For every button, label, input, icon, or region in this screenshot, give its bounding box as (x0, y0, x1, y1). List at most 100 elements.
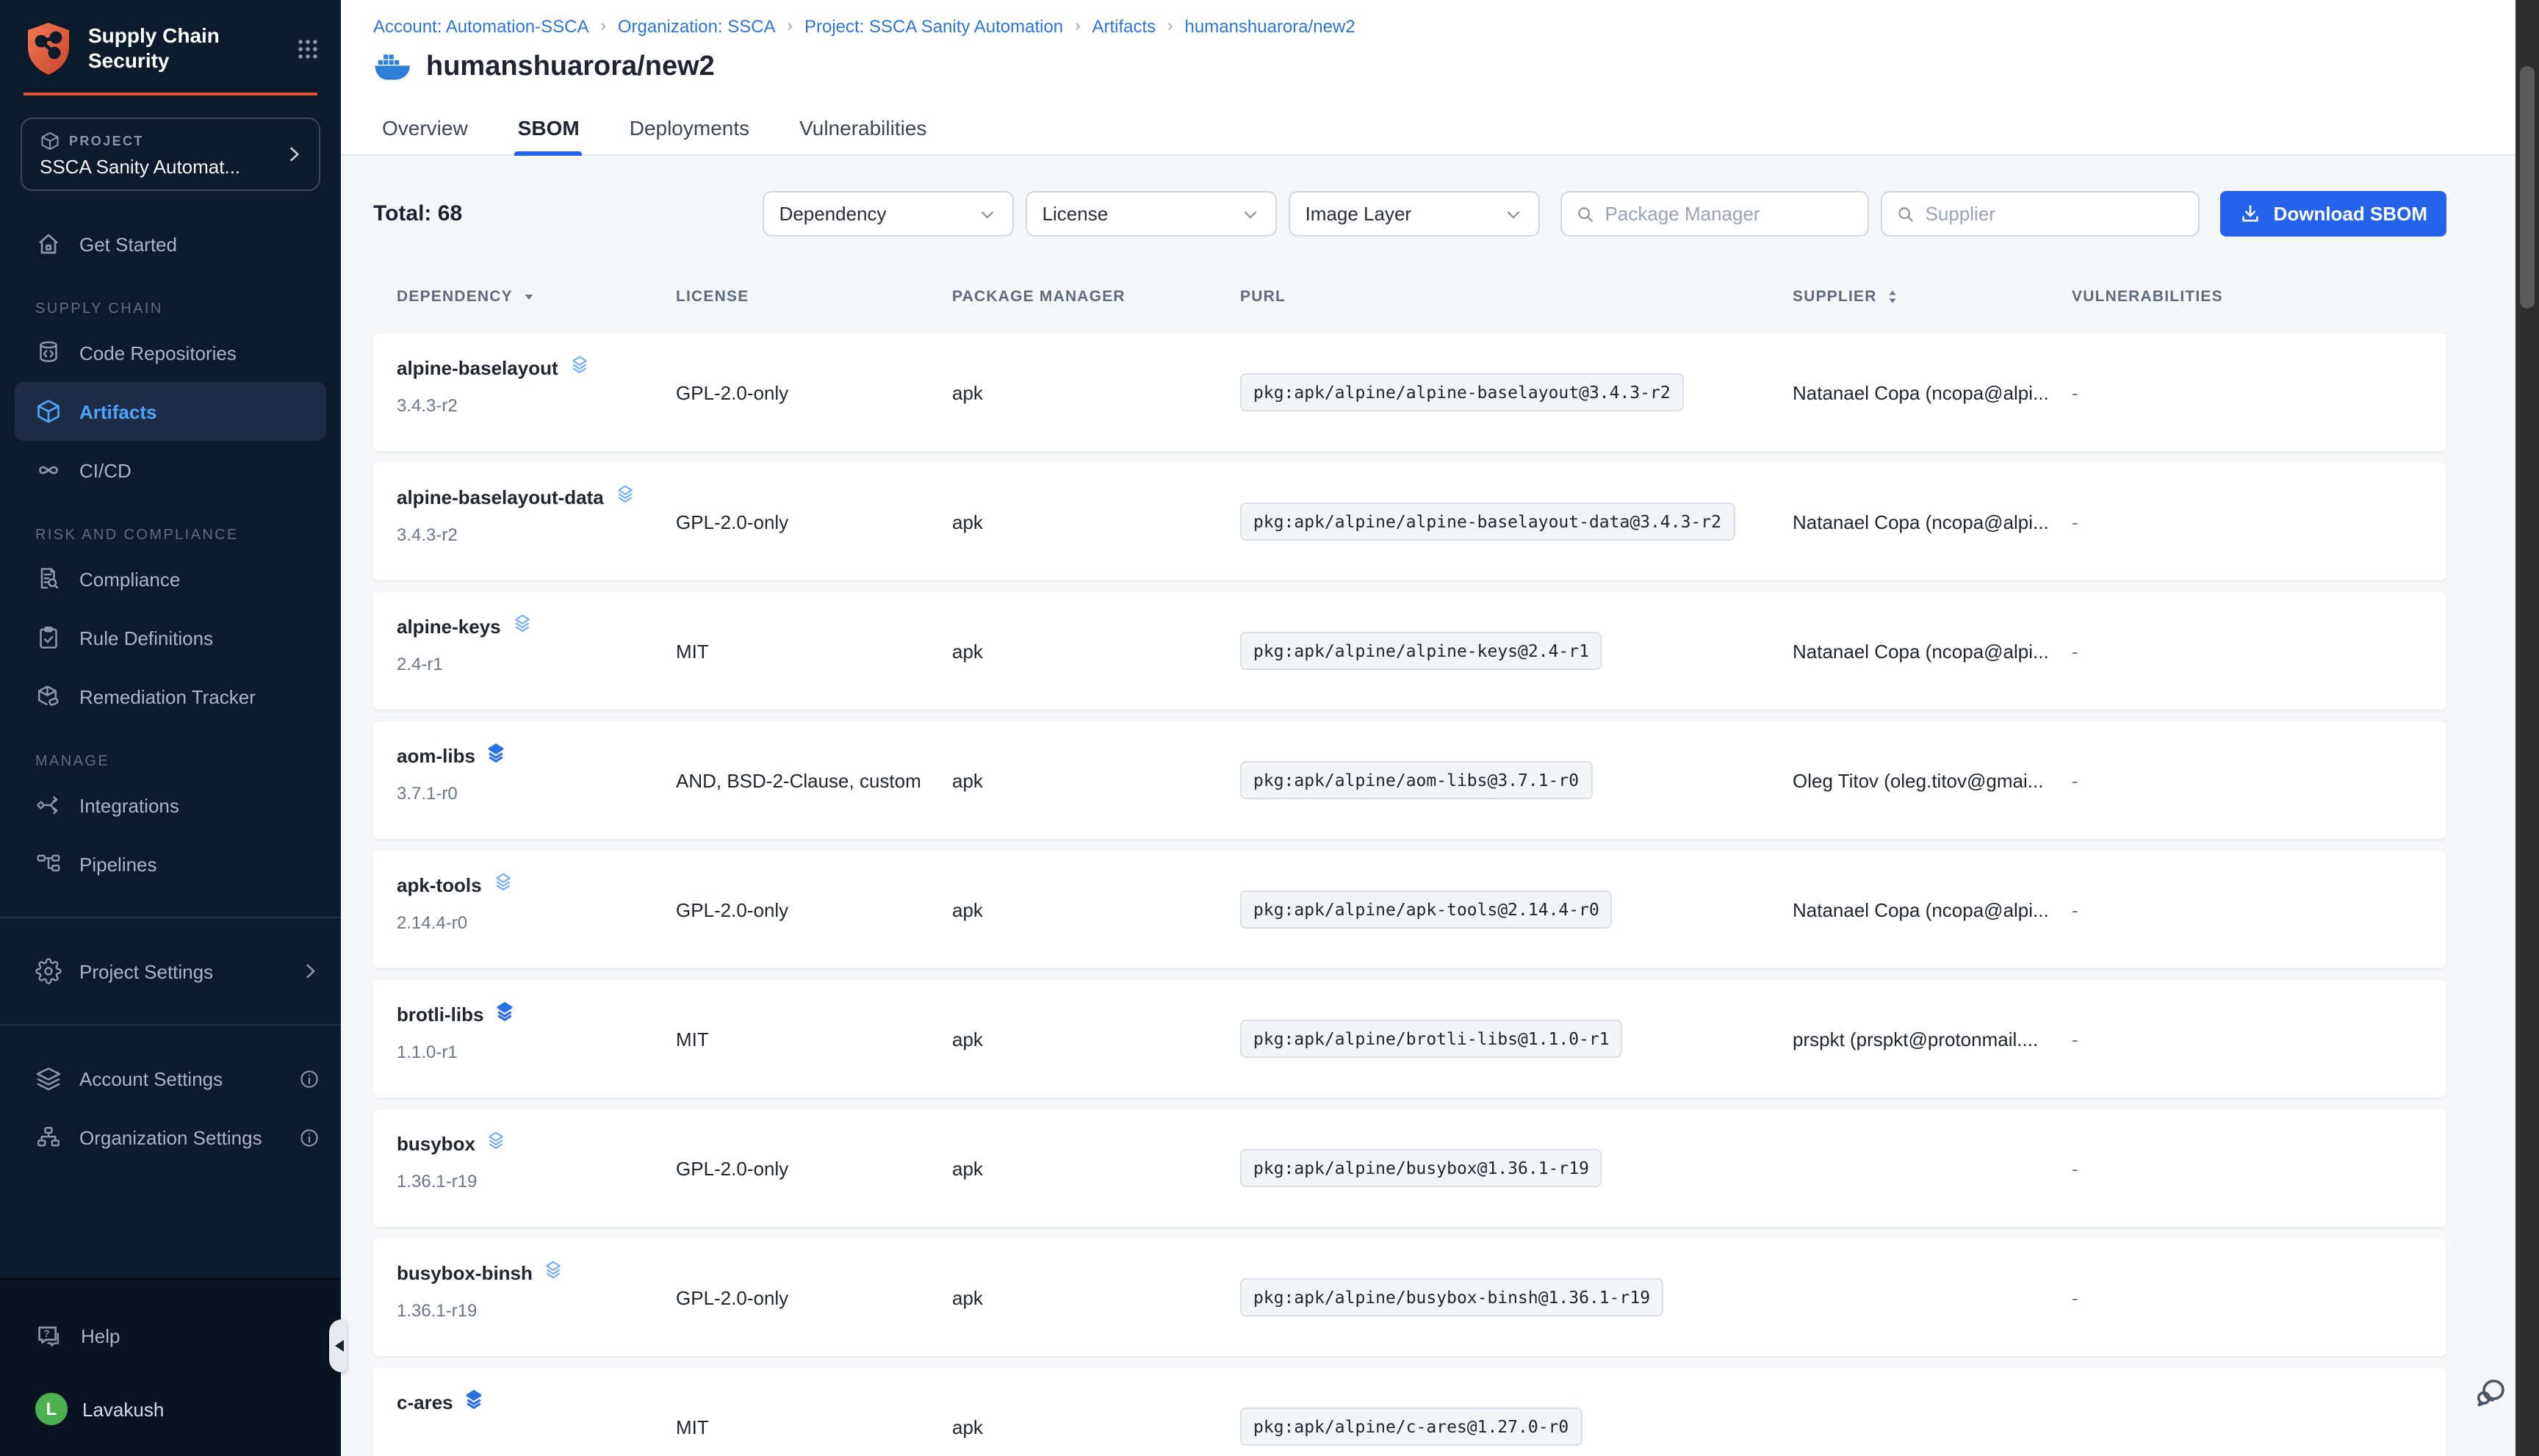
layers-icon (494, 1001, 516, 1027)
sidebar-item-code-repositories[interactable]: Code Repositories (0, 323, 341, 382)
purl-cell: pkg:apk/alpine/brotli-libs@1.1.0-r1 (1240, 1020, 1793, 1058)
dependency-cell: c-ares (397, 1368, 676, 1430)
chat-bubbles-icon[interactable] (2473, 1375, 2508, 1418)
dependency-name: apk-tools (397, 873, 482, 895)
sidebar-item-pipelines[interactable]: Pipelines (0, 835, 341, 893)
dropdown-label: License (1042, 203, 1109, 225)
sidebar-item-remediation-tracker[interactable]: Remediation Tracker (0, 667, 341, 726)
sidebar-item-rule-definitions[interactable]: Rule Definitions (0, 608, 341, 667)
tab-vulnerabilities[interactable]: Vulnerabilities (796, 104, 929, 154)
purl-chip: pkg:apk/alpine/apk-tools@2.14.4-r0 (1240, 890, 1613, 929)
layers-icon (511, 613, 533, 639)
tab-overview[interactable]: Overview (379, 104, 471, 154)
search-icon (1896, 203, 1917, 224)
license-cell: GPL-2.0-only (676, 1286, 952, 1308)
sbom-table: DEPENDENCY LICENSE PACKAGE MANAGER PURL … (373, 272, 2446, 1456)
purl-cell: pkg:apk/alpine/busybox-binsh@1.36.1-r19 (1240, 1278, 1793, 1316)
sidebar-item-label: Organization Settings (79, 1126, 262, 1148)
sidebar-item-integrations[interactable]: Integrations (0, 776, 341, 835)
sidebar-item-project-settings[interactable]: Project Settings (0, 942, 341, 1001)
vulnerabilities-cell: - (2072, 640, 2446, 662)
purl-cell: pkg:apk/alpine/busybox@1.36.1-r19 (1240, 1149, 1793, 1187)
supplier-cell: Natanael Copa (ncopa@alpi... (1793, 381, 2072, 403)
purl-cell: pkg:apk/alpine/aom-libs@3.7.1-r0 (1240, 761, 1793, 799)
table-row[interactable]: alpine-baselayout 3.4.3-r2 GPL-2.0-only … (373, 334, 2446, 451)
layers-icon (569, 354, 591, 381)
sidebar-item-organization-settings[interactable]: Organization Settings (0, 1108, 341, 1167)
org-chart-gear-icon (35, 1124, 62, 1150)
scrollbar-thumb[interactable] (2520, 66, 2535, 309)
package-manager-cell: apk (952, 511, 1240, 533)
purl-chip: pkg:apk/alpine/aom-libs@3.7.1-r0 (1240, 761, 1592, 799)
sidebar-item-label: Compliance (79, 568, 180, 590)
project-selector[interactable]: PROJECT SSCA Sanity Automat... (21, 118, 320, 191)
license-cell: MIT (676, 1028, 952, 1050)
supplier-cell: Oleg Titov (oleg.titov@gmai... (1793, 769, 2072, 791)
col-header-dependency[interactable]: DEPENDENCY (397, 288, 676, 306)
sbom-rows: alpine-baselayout 3.4.3-r2 GPL-2.0-only … (373, 334, 2446, 1456)
sidebar-item-label: Help (81, 1325, 120, 1347)
breadcrumb-artifacts[interactable]: Artifacts (1092, 16, 1156, 37)
info-icon[interactable] (298, 1067, 320, 1089)
infinity-icon (35, 457, 62, 483)
package-manager-search (1561, 191, 1870, 237)
purl-chip: pkg:apk/alpine/alpine-baselayout@3.4.3-r… (1240, 373, 1684, 411)
artifact-tabs: Overview SBOM Deployments Vulnerabilitie… (341, 104, 2539, 156)
image-layer-filter-dropdown[interactable]: Image Layer (1289, 191, 1541, 237)
sidebar-item-compliance[interactable]: Compliance (0, 549, 341, 608)
tab-sbom[interactable]: SBOM (515, 104, 583, 154)
package-manager-cell: apk (952, 898, 1240, 920)
sbom-content: Total: 68 Dependency License Image Layer (341, 156, 2539, 1456)
breadcrumb-separator: › (788, 18, 793, 35)
dependency-filter-dropdown[interactable]: Dependency (763, 191, 1015, 237)
tab-deployments[interactable]: Deployments (627, 104, 752, 154)
sidebar-item-cicd[interactable]: CI/CD (0, 441, 341, 500)
dependency-cell: apk-tools 2.14.4-r0 (397, 851, 676, 933)
sidebar-collapse-handle[interactable] (329, 1319, 347, 1372)
supplier-search (1881, 191, 2200, 237)
breadcrumb-organization[interactable]: Organization: SSCA (618, 16, 776, 37)
gear-icon (35, 958, 62, 984)
table-row[interactable]: aom-libs 3.7.1-r0 AND, BSD-2-Clause, cus… (373, 721, 2446, 839)
sidebar-item-label: Code Repositories (79, 342, 237, 364)
package-manager-search-input[interactable] (1605, 203, 1855, 225)
ssca-app: Supply Chain Security PROJECT SSCA Sanit… (0, 0, 2539, 1456)
license-cell: GPL-2.0-only (676, 1157, 952, 1179)
sort-both-icon (1884, 288, 1902, 306)
table-row[interactable]: busybox 1.36.1-r19 GPL-2.0-only apk pkg:… (373, 1109, 2446, 1227)
info-icon[interactable] (298, 1126, 320, 1148)
table-row[interactable]: c-ares MIT apk pkg:apk/alpine/c-ares@1.2… (373, 1368, 2446, 1456)
dependency-version: 1.1.0-r1 (397, 1042, 676, 1062)
sidebar-section-supply-chain: SUPPLY CHAIN (0, 294, 341, 323)
col-header-package-manager: PACKAGE MANAGER (952, 288, 1240, 306)
col-header-supplier[interactable]: SUPPLIER (1793, 288, 2072, 306)
table-row[interactable]: busybox-binsh 1.36.1-r19 GPL-2.0-only ap… (373, 1239, 2446, 1356)
table-row[interactable]: alpine-baselayout-data 3.4.3-r2 GPL-2.0-… (373, 463, 2446, 580)
vulnerabilities-cell: - (2072, 511, 2446, 533)
table-row[interactable]: brotli-libs 1.1.0-r1 MIT apk pkg:apk/alp… (373, 980, 2446, 1098)
sidebar-divider (0, 917, 341, 918)
breadcrumb-account[interactable]: Account: Automation-SSCA (373, 16, 589, 37)
chevron-down-icon (978, 203, 998, 224)
breadcrumb-current[interactable]: humanshuarora/new2 (1185, 16, 1355, 37)
table-row[interactable]: apk-tools 2.14.4-r0 GPL-2.0-only apk pkg… (373, 851, 2446, 968)
dependency-name: busybox-binsh (397, 1261, 533, 1283)
download-sbom-button[interactable]: Download SBOM (2221, 191, 2446, 237)
breadcrumb-project[interactable]: Project: SSCA Sanity Automation (804, 16, 1063, 37)
sidebar-item-account-settings[interactable]: Account Settings (0, 1049, 341, 1108)
breadcrumb-separator: › (1167, 18, 1173, 35)
license-filter-dropdown[interactable]: License (1026, 191, 1278, 237)
dependency-name: alpine-baselayout (397, 356, 558, 378)
supplier-cell: Natanael Copa (ncopa@alpi... (1793, 511, 2072, 533)
table-row[interactable]: alpine-keys 2.4-r1 MIT apk pkg:apk/alpin… (373, 592, 2446, 710)
sidebar-item-artifacts[interactable]: Artifacts (15, 382, 326, 441)
app-switcher-icon[interactable] (295, 36, 320, 61)
sidebar-item-help[interactable]: Help (0, 1306, 341, 1365)
project-label: PROJECT (69, 134, 144, 148)
vertical-scrollbar[interactable] (2515, 0, 2539, 1456)
sidebar-item-get-started[interactable]: Get Started (0, 215, 341, 273)
user-menu[interactable]: L Lavakush (0, 1377, 341, 1441)
layers-icon (543, 1259, 565, 1286)
share-nodes-icon (35, 792, 62, 818)
supplier-search-input[interactable] (1926, 203, 2186, 225)
